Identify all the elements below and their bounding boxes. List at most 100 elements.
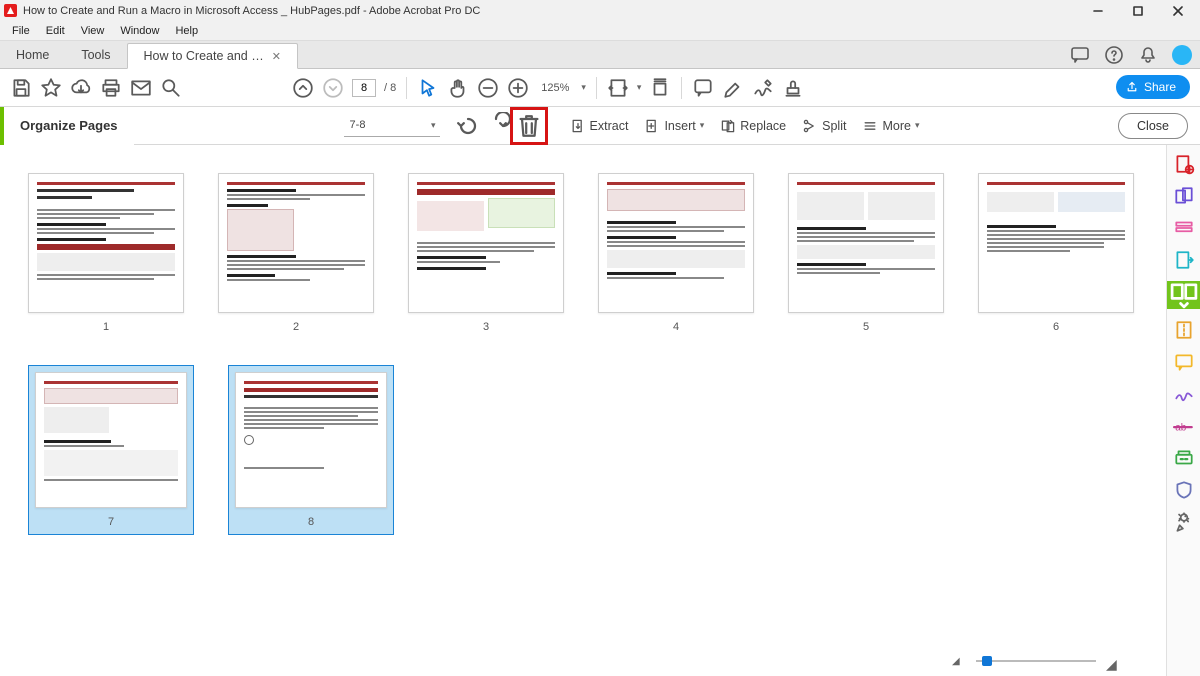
page-down-icon[interactable]	[322, 77, 344, 99]
help-icon[interactable]	[1104, 45, 1124, 65]
menu-file[interactable]: File	[4, 23, 38, 39]
comment-icon[interactable]	[692, 77, 714, 99]
star-icon[interactable]	[40, 77, 62, 99]
split-label: Split	[822, 119, 846, 133]
comment-tool-icon[interactable]	[1173, 351, 1195, 373]
create-pdf-icon[interactable]	[1173, 153, 1195, 175]
menu-view[interactable]: View	[73, 23, 113, 39]
zoom-out-icon[interactable]	[477, 77, 499, 99]
hand-tool-icon[interactable]	[447, 77, 469, 99]
zoom-dropdown-icon[interactable]: ▾	[581, 82, 586, 93]
prepare-form-icon[interactable]	[1173, 447, 1195, 469]
edit-pdf-icon[interactable]	[1173, 217, 1195, 239]
window-titlebar: How to Create and Run a Macro in Microso…	[0, 0, 1200, 21]
page-number-label: 4	[673, 321, 679, 333]
protect-icon[interactable]	[1173, 479, 1195, 501]
sign-icon[interactable]	[752, 77, 774, 99]
replace-label: Replace	[740, 119, 786, 133]
organize-pages-title: Organize Pages	[0, 107, 134, 145]
more-tools-icon[interactable]	[1173, 511, 1195, 533]
menu-window[interactable]: Window	[112, 23, 167, 39]
page-thumbnail[interactable]: 6	[978, 173, 1134, 333]
delete-highlight-callout	[510, 107, 548, 145]
combine-files-icon[interactable]	[1173, 185, 1195, 207]
menu-bar: File Edit View Window Help	[0, 21, 1200, 41]
page-thumbnail[interactable]: 1	[28, 173, 184, 333]
search-icon[interactable]	[160, 77, 182, 99]
cloud-icon[interactable]	[70, 77, 92, 99]
chat-icon[interactable]	[1070, 45, 1090, 65]
email-icon[interactable]	[130, 77, 152, 99]
save-icon[interactable]	[10, 77, 32, 99]
organize-pages-icon[interactable]	[1167, 281, 1200, 309]
select-tool-icon[interactable]	[417, 77, 439, 99]
close-button[interactable]: Close	[1118, 113, 1188, 139]
fit-width-icon[interactable]	[607, 77, 629, 99]
page-number-input[interactable]	[352, 79, 376, 97]
page-thumbnail-selected[interactable]: 8	[228, 365, 394, 535]
tab-tools[interactable]: Tools	[65, 42, 126, 68]
more-label: More	[882, 119, 910, 133]
app-icon	[4, 4, 17, 17]
page-number-label: 8	[308, 516, 314, 528]
page-total-label: / 8	[384, 82, 396, 94]
zoom-value[interactable]: 125%	[537, 80, 573, 96]
highlight-icon[interactable]	[722, 77, 744, 99]
page-number-label: 6	[1053, 321, 1059, 333]
page-number-label: 2	[293, 321, 299, 333]
delete-icon[interactable]	[515, 112, 543, 140]
extract-button[interactable]: Extract	[562, 114, 637, 138]
rotate-ccw-icon[interactable]	[454, 112, 482, 140]
user-avatar[interactable]	[1172, 45, 1192, 65]
more-button[interactable]: More ▾	[854, 114, 927, 138]
replace-button[interactable]: Replace	[712, 114, 794, 138]
scroll-mode-icon[interactable]	[649, 77, 671, 99]
page-number-label: 5	[863, 321, 869, 333]
redact-icon[interactable]: ab	[1173, 415, 1195, 437]
page-number-label: 7	[108, 516, 114, 528]
tab-close-icon[interactable]: ✕	[272, 50, 281, 63]
page-thumbnail[interactable]: 4	[598, 173, 754, 333]
menu-help[interactable]: Help	[167, 23, 206, 39]
fit-dropdown-icon[interactable]: ▾	[637, 82, 642, 93]
tab-home[interactable]: Home	[0, 42, 65, 68]
tools-rail: ab	[1166, 145, 1200, 676]
print-icon[interactable]	[100, 77, 122, 99]
window-maximize-button[interactable]	[1118, 0, 1158, 21]
page-thumbnail[interactable]: 2	[218, 173, 374, 333]
page-thumbnail[interactable]: 5	[788, 173, 944, 333]
export-pdf-icon[interactable]	[1173, 249, 1195, 271]
thumbnail-workspace: 1 2	[0, 145, 1166, 676]
page-range-dropdown[interactable]	[344, 115, 440, 137]
page-range-input[interactable]	[344, 115, 440, 137]
page-thumbnail-selected[interactable]: 7	[28, 365, 194, 535]
thumbnail-grid: 1 2	[0, 145, 1166, 563]
zoom-slider[interactable]	[976, 660, 1096, 662]
window-title: How to Create and Run a Macro in Microso…	[23, 5, 480, 17]
menu-edit[interactable]: Edit	[38, 23, 73, 39]
stamp-icon[interactable]	[782, 77, 804, 99]
page-up-icon[interactable]	[292, 77, 314, 99]
compress-icon[interactable]	[1173, 319, 1195, 341]
share-label: Share	[1144, 80, 1176, 94]
fill-sign-icon[interactable]	[1173, 383, 1195, 405]
page-number-label: 1	[103, 321, 109, 333]
notifications-icon[interactable]	[1138, 45, 1158, 65]
insert-button[interactable]: Insert ▾	[636, 114, 712, 138]
window-minimize-button[interactable]	[1078, 0, 1118, 21]
extract-label: Extract	[590, 119, 629, 133]
rotate-cw-icon[interactable]	[482, 112, 510, 140]
zoom-large-icon[interactable]: ◢	[1106, 656, 1120, 666]
share-button[interactable]: Share	[1116, 75, 1190, 99]
tab-document[interactable]: How to Create and … ✕	[127, 43, 298, 69]
zoom-small-icon[interactable]: ◢	[952, 656, 966, 666]
thumbnail-zoom-control[interactable]: ◢ ◢	[952, 656, 1120, 666]
main-toolbar: / 8 125% ▾ ▾ Share	[0, 69, 1200, 107]
split-button[interactable]: Split	[794, 114, 854, 138]
window-close-button[interactable]	[1158, 0, 1198, 21]
tab-document-label: How to Create and …	[144, 49, 264, 63]
organize-toolbar: Organize Pages Extract Insert ▾ Replace …	[0, 107, 1200, 145]
page-number-label: 3	[483, 321, 489, 333]
page-thumbnail[interactable]: 3	[408, 173, 564, 333]
zoom-in-icon[interactable]	[507, 77, 529, 99]
